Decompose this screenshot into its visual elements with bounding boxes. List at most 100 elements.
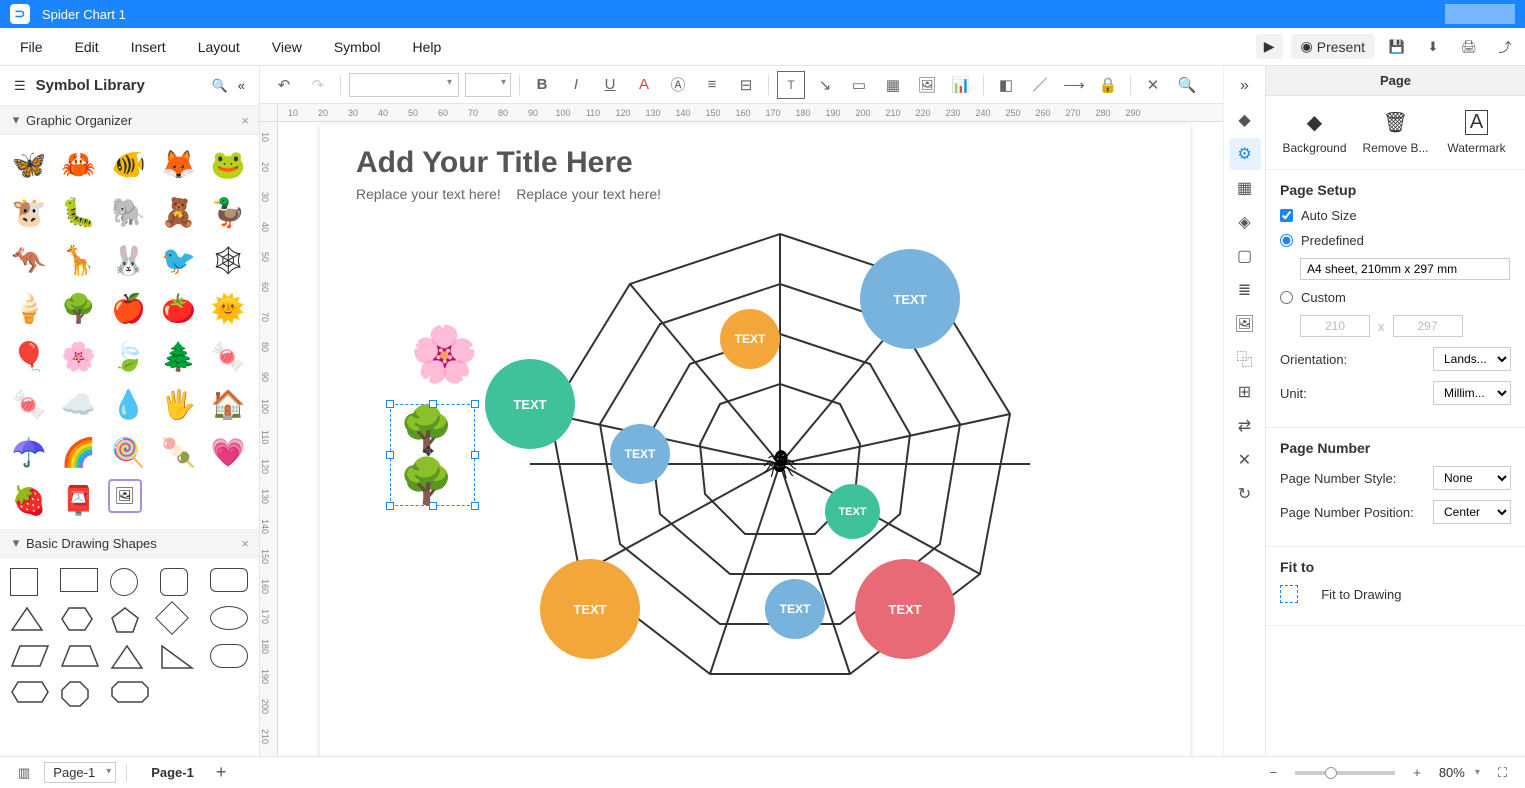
page-surface[interactable]: Add Your Title Here Replace your text he… <box>320 124 1190 756</box>
theme-icon[interactable]: ◆ <box>1229 104 1261 136</box>
custom-radio[interactable] <box>1280 291 1293 304</box>
search-icon[interactable]: 🔍 <box>212 78 228 94</box>
expand-right-icon[interactable]: » <box>1229 70 1261 102</box>
chart-button[interactable]: 📊 <box>947 71 975 99</box>
line-button[interactable]: ／ <box>1026 71 1054 99</box>
menu-edit[interactable]: Edit <box>61 33 113 61</box>
symbol-caterpillar[interactable]: 🐛 <box>58 191 100 233</box>
symbol-duck[interactable]: 🦆 <box>207 191 249 233</box>
fill-button[interactable]: ◧ <box>992 71 1020 99</box>
shape-oct2[interactable] <box>110 680 150 708</box>
symbol-tree[interactable]: 🌳 <box>58 287 100 329</box>
bubble-orange-2[interactable]: TEXT <box>540 559 640 659</box>
data-icon[interactable]: ≣ <box>1229 274 1261 306</box>
symbol-spiderweb[interactable]: 🕸 <box>207 239 249 281</box>
align-icon[interactable]: ⇄ <box>1229 410 1261 442</box>
symbol-flower[interactable]: 🌸 <box>58 335 100 377</box>
symbol-fox[interactable]: 🦊 <box>157 143 199 185</box>
custom-width-input[interactable] <box>1300 315 1370 337</box>
download-icon[interactable]: ⬇ <box>1419 33 1447 61</box>
gallery-icon[interactable]: 🖼 <box>1229 308 1261 340</box>
undo-button[interactable]: ↶ <box>270 71 298 99</box>
page-selector[interactable]: Page-1 <box>44 762 116 783</box>
predefined-size-select[interactable] <box>1300 258 1510 280</box>
custom-height-input[interactable] <box>1393 315 1463 337</box>
add-page-button[interactable]: + <box>208 760 235 785</box>
symbol-fish[interactable]: 🐠 <box>108 143 150 185</box>
symbol-cow[interactable]: 🐮 <box>8 191 50 233</box>
menu-symbol[interactable]: Symbol <box>320 33 395 61</box>
symbol-candy2[interactable]: 🍬 <box>8 383 50 425</box>
symbol-crab[interactable]: 🦀 <box>58 143 100 185</box>
symbol-kangaroo[interactable]: 🦘 <box>8 239 50 281</box>
symbol-hand[interactable]: 🖐 <box>157 383 199 425</box>
pn-position-select[interactable]: Center <box>1433 500 1511 524</box>
slideshow-button[interactable]: ▶ <box>1256 34 1283 59</box>
font-color-button[interactable]: A <box>630 71 658 99</box>
bubble-blue-1[interactable]: TEXT <box>860 249 960 349</box>
symbol-bird[interactable]: 🐦 <box>157 239 199 281</box>
shape-circle[interactable] <box>110 568 138 596</box>
symbol-frog[interactable]: 🐸 <box>207 143 249 185</box>
bubble-blue-2[interactable]: TEXT <box>610 424 670 484</box>
symbol-icecream[interactable]: 🍦 <box>8 287 50 329</box>
page-tab[interactable]: Page-1 <box>151 765 194 780</box>
orientation-select[interactable]: Lands... <box>1433 347 1511 371</box>
search-button[interactable]: 🔍 <box>1173 71 1201 99</box>
connector-button[interactable]: ↘ <box>811 71 839 99</box>
history-icon[interactable]: ↻ <box>1229 478 1261 510</box>
zoom-slider[interactable] <box>1295 771 1395 775</box>
menu-insert[interactable]: Insert <box>117 33 180 61</box>
bubble-teal-1[interactable]: TEXT <box>485 359 575 449</box>
page-title[interactable]: Add Your Title Here <box>356 146 633 180</box>
pn-style-select[interactable]: None <box>1433 466 1511 490</box>
image-button[interactable]: 🖼 <box>913 71 941 99</box>
present-button[interactable]: ◉ Present <box>1291 34 1375 59</box>
symbol-picture[interactable]: 🖼 <box>108 479 142 513</box>
symbol-sun[interactable]: 🌞 <box>207 287 249 329</box>
symbol-stamp[interactable]: 📮 <box>58 479 100 521</box>
arrow-style-button[interactable]: ⟶ <box>1060 71 1088 99</box>
font-family-select[interactable] <box>349 73 459 97</box>
font-size-select[interactable] <box>465 73 511 97</box>
unit-select[interactable]: Millim... <box>1433 381 1511 405</box>
symbol-elephant[interactable]: 🐘 <box>108 191 150 233</box>
symbol-rabbit[interactable]: 🐰 <box>108 239 150 281</box>
bold-button[interactable]: B <box>528 71 556 99</box>
bubble-red-1[interactable]: TEXT <box>855 559 955 659</box>
symbol-strawberry[interactable]: 🍓 <box>8 479 50 521</box>
shape-hex2[interactable] <box>10 680 50 708</box>
align-button[interactable]: ≡ <box>698 71 726 99</box>
background-button[interactable]: ◆Background <box>1276 110 1354 155</box>
flower-shape[interactable]: 🌸 <box>410 322 478 387</box>
menu-help[interactable]: Help <box>399 33 456 61</box>
symbol-lollipop[interactable]: 🍭 <box>108 431 150 473</box>
menu-file[interactable]: File <box>6 33 57 61</box>
fullscreen-button[interactable]: ⛶ <box>1490 763 1515 783</box>
zoom-in-button[interactable]: + <box>1405 763 1429 782</box>
table-button[interactable]: ▦ <box>879 71 907 99</box>
menu-view[interactable]: View <box>258 33 316 61</box>
shape-triangle2[interactable] <box>110 644 150 670</box>
snap-icon[interactable]: ⊞ <box>1229 376 1261 408</box>
section-basic-shapes[interactable]: ▾ Basic Drawing Shapes × <box>0 529 259 558</box>
shape-rectangle[interactable] <box>60 568 98 592</box>
shape-pentagon[interactable] <box>110 606 150 634</box>
redo-button[interactable]: ↷ <box>304 71 332 99</box>
shape-square[interactable] <box>10 568 38 596</box>
close-icon[interactable]: × <box>241 536 249 551</box>
shuffle-icon[interactable]: ✕ <box>1229 444 1261 476</box>
save-icon[interactable]: 💾 <box>1383 33 1411 61</box>
selection-box[interactable]: 🌳🌳 ✥ <box>390 404 475 506</box>
share-icon[interactable]: ⤴ <box>1491 33 1519 61</box>
canvas[interactable]: 1020304050607080901001101201301401501601… <box>260 104 1223 756</box>
shape-diamond[interactable] <box>155 601 189 635</box>
collapse-left-icon[interactable]: « <box>238 78 245 93</box>
symbol-candy[interactable]: 🍬 <box>207 335 249 377</box>
pages-icon[interactable]: ▥ <box>10 763 38 783</box>
zoom-out-button[interactable]: − <box>1262 763 1286 782</box>
container-button[interactable]: ▭ <box>845 71 873 99</box>
settings-button[interactable]: ✕ <box>1139 71 1167 99</box>
close-icon[interactable]: × <box>241 113 249 128</box>
symbol-balloon[interactable]: 🎈 <box>8 335 50 377</box>
